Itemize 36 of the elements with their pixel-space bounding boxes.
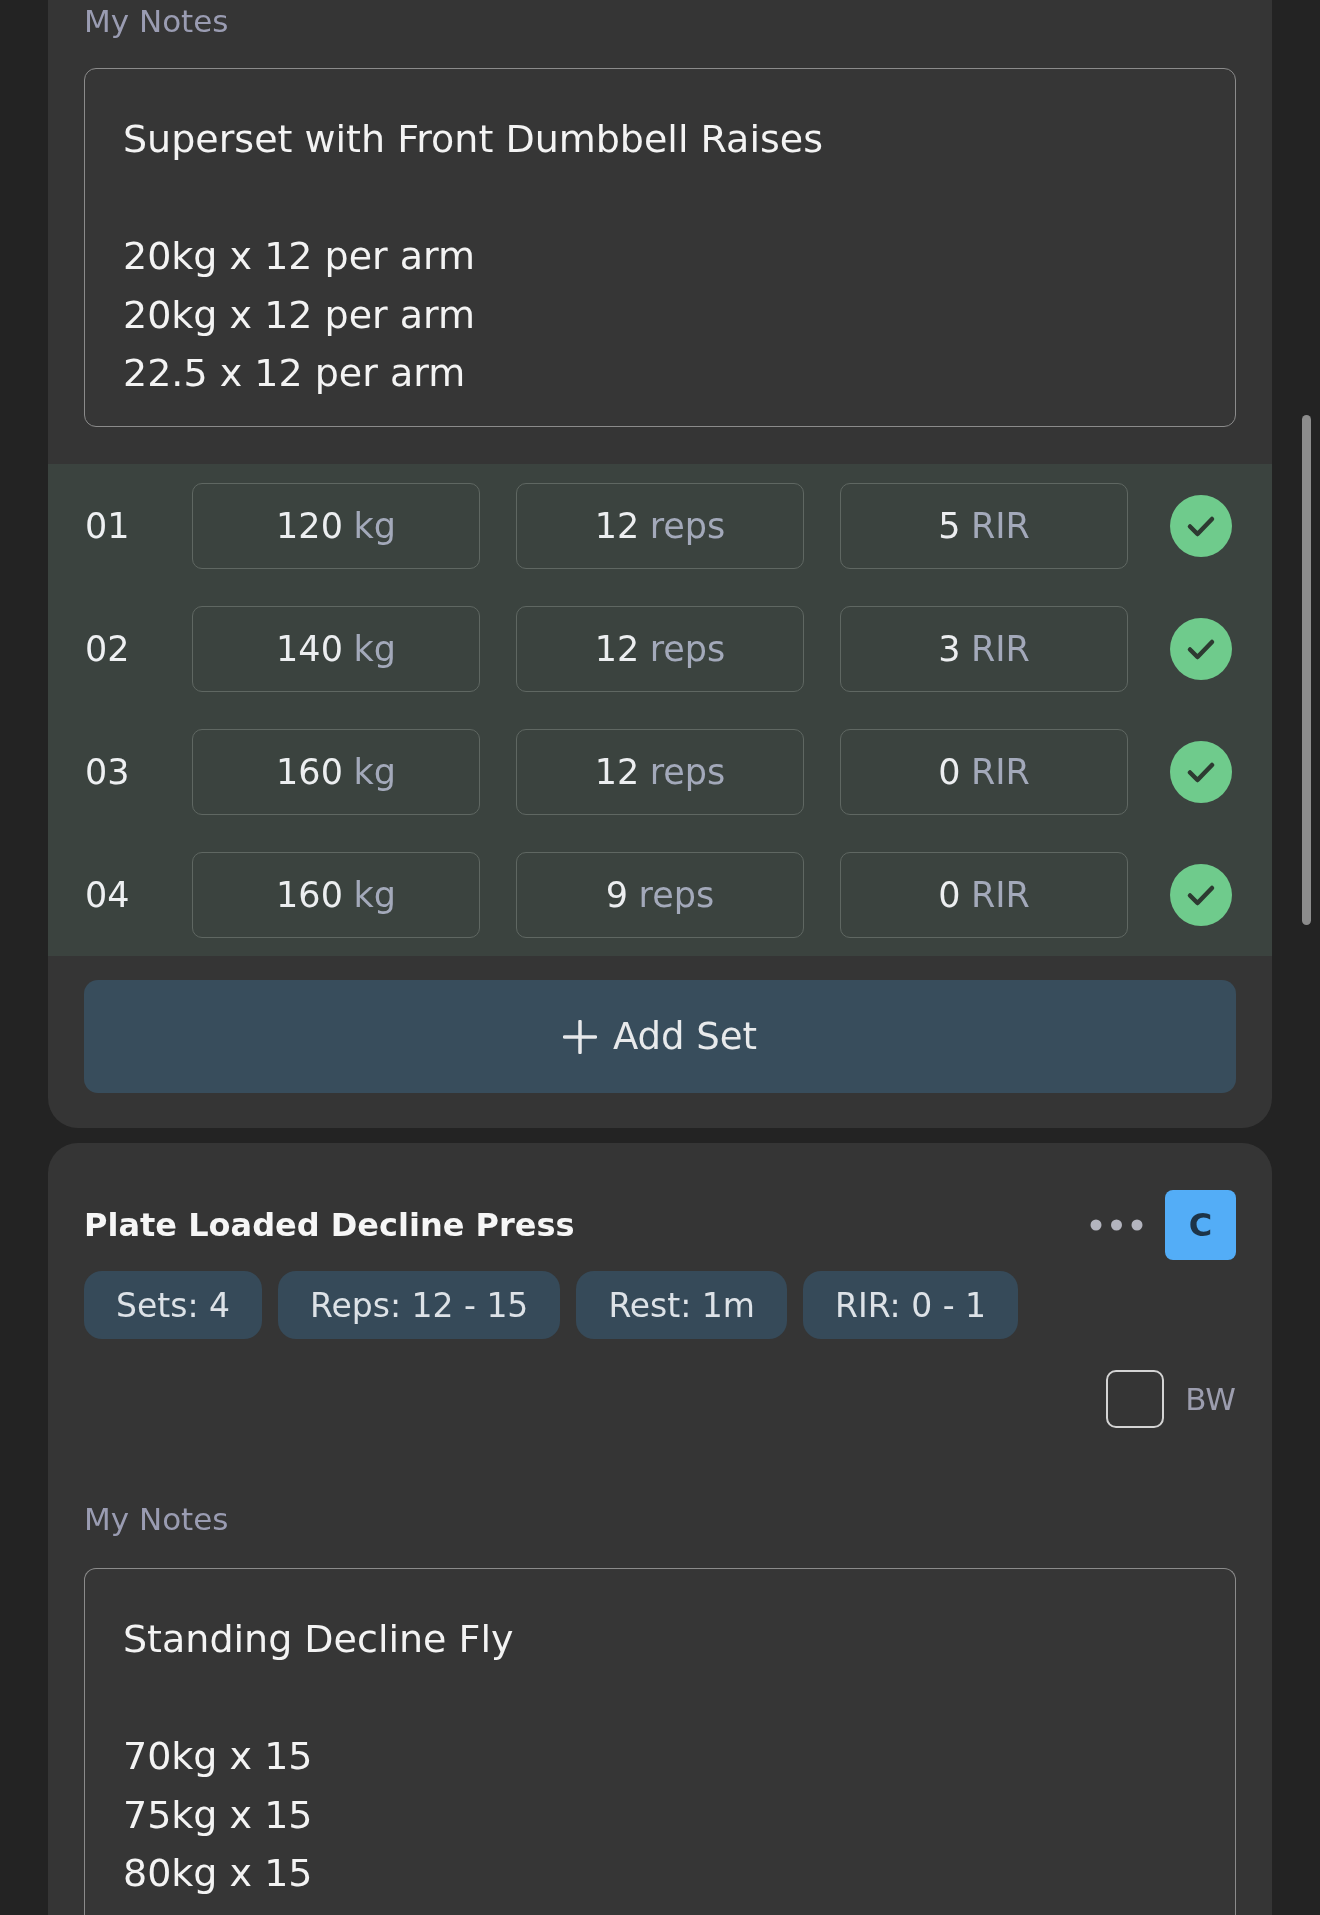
input-field[interactable]: 120 kg xyxy=(192,482,480,569)
target-chip: RIR: 0 - 1 xyxy=(803,1271,1019,1339)
notes-field[interactable]: Standing Decline Fly 70kg x 15 75kg x 15 80kg x 15 xyxy=(84,1568,1236,1915)
exercise-title: Plate Loaded Decline Press xyxy=(84,1206,575,1244)
check-circle-icon[interactable] xyxy=(1170,617,1232,680)
target-chip: Rest: 1m xyxy=(576,1271,787,1339)
input-field[interactable]: 12 reps xyxy=(516,482,804,569)
letter-button[interactable]: C xyxy=(1165,1190,1236,1260)
input-field[interactable]: 0 RIR xyxy=(840,728,1128,815)
notes-label: My Notes xyxy=(84,2,229,41)
more-icon[interactable] xyxy=(1090,1219,1143,1231)
input-field[interactable]: 9 reps xyxy=(516,851,804,938)
set-number: 03 xyxy=(85,751,131,792)
set-number: 04 xyxy=(85,874,131,915)
target-chip: Sets: 4 xyxy=(84,1271,262,1339)
check-circle-icon[interactable] xyxy=(1170,740,1232,803)
input-field[interactable]: 0 RIR xyxy=(840,851,1128,938)
target-chip: Reps: 12 - 15 xyxy=(278,1271,561,1339)
input-field[interactable]: 160 kg xyxy=(192,851,480,938)
input-field[interactable]: 5 RIR xyxy=(840,482,1128,569)
add-set-button[interactable]: Add Set xyxy=(84,980,1236,1093)
input-field[interactable]: 160 kg xyxy=(192,728,480,815)
notes-field[interactable]: Superset with Front Dumbbell Raises 20kg x 12 per arm 20kg x 12 per arm 22.5 x 12 per arm xyxy=(84,68,1236,427)
input-field[interactable]: 12 reps xyxy=(516,605,804,692)
bodyweight-label: BW xyxy=(1185,1381,1236,1417)
notes-label: My Notes xyxy=(84,1500,229,1539)
scrollbar-thumb[interactable] xyxy=(1302,415,1311,925)
bodyweight-checkbox[interactable] xyxy=(1106,1370,1165,1428)
input-field[interactable]: 3 RIR xyxy=(840,605,1128,692)
check-circle-icon[interactable] xyxy=(1170,863,1232,926)
set-number: 01 xyxy=(85,505,131,546)
set-number: 02 xyxy=(85,628,131,669)
check-circle-icon[interactable] xyxy=(1170,494,1232,557)
input-field[interactable]: 140 kg xyxy=(192,605,480,692)
input-field[interactable]: 12 reps xyxy=(516,728,804,815)
plus-icon xyxy=(562,1019,597,1054)
